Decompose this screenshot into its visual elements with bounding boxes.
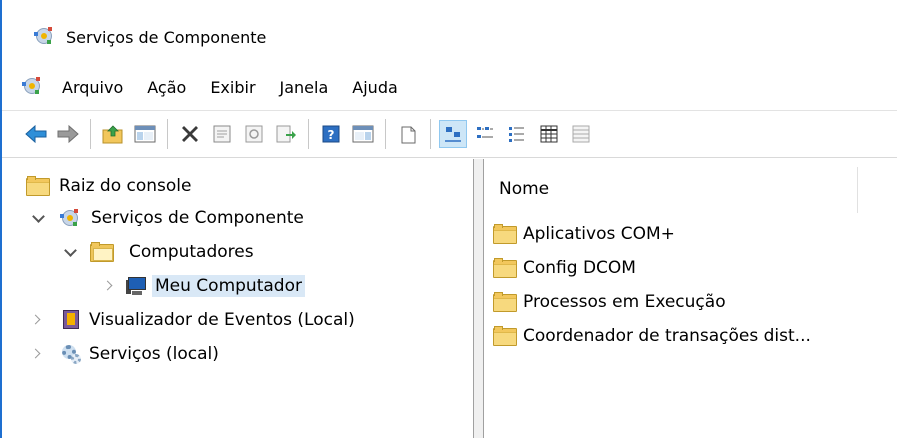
tree-item-label: Raiz do console: [59, 176, 192, 196]
tree-item-computadores[interactable]: Computadores: [62, 237, 257, 267]
chevron-right-icon[interactable]: [30, 345, 48, 363]
tree-item-visualizador-de-eventos[interactable]: Visualizador de Eventos (Local): [30, 305, 358, 335]
list-item-config-dcom[interactable]: Config DCOM: [493, 253, 636, 283]
list-item-processos-em-execucao[interactable]: Processos em Execução: [493, 287, 726, 317]
tree-item-label: Computadores: [129, 242, 254, 262]
menu-exibir[interactable]: Exibir: [208, 76, 257, 99]
arrow-left-icon: [25, 124, 47, 144]
detail-view-icon: [540, 125, 558, 143]
list-header: Nome: [485, 159, 897, 215]
list-item-label: Aplicativos COM+: [523, 224, 675, 244]
list-item-label: Processos em Execução: [523, 292, 726, 312]
list-item-label: Coordenador de transações dist...: [523, 326, 811, 346]
properties-icon: [213, 125, 231, 143]
toolbar-separator: [385, 119, 386, 149]
refresh-icon: [245, 125, 263, 143]
back-button[interactable]: [22, 120, 50, 148]
services-gear-icon: [60, 343, 82, 365]
show-hide-tree-icon: [134, 125, 156, 143]
column-header-nome[interactable]: Nome: [499, 179, 549, 199]
arrow-right-icon: [57, 124, 79, 144]
folder-icon: [493, 224, 517, 244]
column-divider[interactable]: [857, 167, 858, 213]
status-view-icon: [572, 125, 590, 143]
svg-text:?: ?: [328, 128, 335, 142]
window-title: Serviços de Componente: [66, 27, 267, 47]
chevron-down-icon[interactable]: [30, 209, 48, 227]
tree-item-servicos-de-componente[interactable]: Serviços de Componente: [30, 203, 307, 233]
toolbar: ?: [2, 110, 897, 158]
chevron-right-icon[interactable]: [102, 277, 120, 295]
show-action-pane-icon: [352, 125, 374, 143]
large-icons-view-icon: [445, 127, 461, 142]
show-hide-tree-button[interactable]: [131, 120, 159, 148]
toolbar-separator: [167, 119, 168, 149]
list-item-aplicativos-com[interactable]: Aplicativos COM+: [493, 219, 675, 249]
menu-bar: Arquivo Ação Exibir Janela Ajuda: [2, 72, 897, 102]
folder-icon: [26, 176, 50, 196]
menu-janela[interactable]: Janela: [278, 76, 331, 99]
toolbar-separator: [308, 119, 309, 149]
up-one-level-button[interactable]: [99, 120, 127, 148]
event-viewer-icon: [60, 309, 82, 331]
help-icon: ?: [322, 125, 340, 143]
delete-icon: [182, 126, 198, 142]
refresh-button[interactable]: [240, 120, 268, 148]
title-bar: Serviços de Componente: [2, 0, 897, 62]
large-icons-view-button[interactable]: [439, 120, 467, 148]
tree-item-label: Serviços de Componente: [91, 208, 304, 228]
computer-icon: [126, 276, 148, 296]
export-list-icon: [276, 125, 296, 143]
pane-splitter[interactable]: [474, 159, 484, 438]
help-button[interactable]: ?: [317, 120, 345, 148]
properties-button[interactable]: [208, 120, 236, 148]
list-view-button[interactable]: [503, 120, 531, 148]
tree-item-raiz-do-console[interactable]: Raiz do console: [26, 171, 194, 201]
open-folder-icon: [90, 242, 114, 262]
mmc-window: Serviços de Componente Arquivo Ação Exib…: [0, 0, 897, 438]
detail-view-button[interactable]: [535, 120, 563, 148]
tree-item-label: Visualizador de Eventos (Local): [89, 310, 355, 330]
delete-button[interactable]: [176, 120, 204, 148]
menu-acao[interactable]: Ação: [145, 76, 188, 99]
list-item-coordenador-de-transacoes[interactable]: Coordenador de transações dist...: [493, 321, 811, 351]
list-item-label: Config DCOM: [523, 258, 636, 278]
status-view-button[interactable]: [567, 120, 595, 148]
folder-icon: [493, 292, 517, 312]
folder-icon: [493, 326, 517, 346]
menu-ajuda[interactable]: Ajuda: [350, 76, 400, 99]
console-tree-pane: Raiz do console Serviços de Componente C…: [2, 159, 474, 438]
component-services-icon: [58, 206, 82, 230]
tree-item-meu-computador[interactable]: Meu Computador: [102, 271, 305, 301]
toolbar-separator: [90, 119, 91, 149]
forward-button[interactable]: [54, 120, 82, 148]
result-list-pane: Nome Aplicativos COM+ Config DCOM Proces…: [485, 159, 897, 438]
small-icons-view-button[interactable]: [471, 120, 499, 148]
folder-icon: [493, 258, 517, 278]
system-menu-icon[interactable]: [20, 74, 46, 100]
menu-arquivo[interactable]: Arquivo: [60, 76, 125, 99]
show-action-pane-button[interactable]: [349, 120, 377, 148]
export-list-button[interactable]: [272, 120, 300, 148]
new-window-button[interactable]: [394, 120, 422, 148]
tree-item-servicos-local[interactable]: Serviços (local): [30, 339, 222, 369]
tree-item-label: Serviços (local): [89, 344, 219, 364]
small-icons-view-icon: [477, 127, 493, 138]
tree-item-label: Meu Computador: [152, 275, 305, 297]
chevron-right-icon[interactable]: [30, 311, 48, 329]
toolbar-separator: [430, 119, 431, 149]
up-folder-icon: [102, 125, 123, 144]
component-services-icon: [32, 24, 58, 50]
new-window-icon: [401, 126, 416, 144]
chevron-down-icon[interactable]: [62, 243, 80, 261]
list-view-icon: [509, 127, 524, 142]
